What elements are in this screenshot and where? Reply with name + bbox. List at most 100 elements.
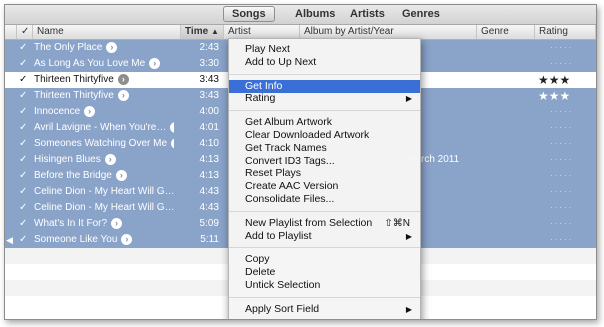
go-arrow-icon[interactable]: › [121,233,133,245]
menu-item-label: Get Info [245,79,283,92]
menu-item-label: Convert ID3 Tags... [245,154,335,167]
menu-item-add-to-up-next[interactable]: Add to Up Next [229,56,420,69]
go-arrow-icon[interactable]: › [149,57,161,69]
tab-songs[interactable]: Songs [223,6,275,22]
header-spacer [5,25,17,39]
go-arrow-icon[interactable]: › [117,73,129,85]
header-album[interactable]: Album by Artist/Year [300,25,477,39]
itunes-window: Songs Albums Artists Genres ✓ Name Time … [4,4,597,320]
row-checkbox[interactable]: ✓ [19,152,29,168]
menu-item-label: Apply Sort Field [245,302,320,315]
song-time: 4:43 [199,186,219,197]
menu-item-untick-selection[interactable]: Untick Selection [229,279,420,292]
menu-item-create-aac-version[interactable]: Create AAC Version [229,180,420,193]
row-checkbox[interactable]: ✓ [19,72,29,88]
menu-item-clear-downloaded-artwork[interactable]: Clear Downloaded Artwork [229,129,420,142]
menu-item-new-playlist-from-selection[interactable]: New Playlist from Selection ⇧⌘N [229,217,420,230]
row-checkbox[interactable]: ✓ [19,200,29,216]
row-checkbox[interactable]: ✓ [19,120,29,136]
menu-separator [229,296,420,298]
header-artist[interactable]: Artist [224,25,300,39]
header-name[interactable]: Name [33,25,181,39]
row-checkbox[interactable]: ✓ [19,56,29,72]
menu-item-label: Untick Selection [245,279,321,291]
rating-dots[interactable]: ····· [550,168,594,184]
go-arrow-icon[interactable]: › [106,41,118,53]
row-checkbox[interactable]: ✓ [19,216,29,232]
menu-item-copy[interactable]: Copy [229,253,420,266]
row-checkbox[interactable]: ✓ [19,104,29,120]
rating-dots[interactable]: ····· [550,56,594,72]
go-arrow-icon[interactable]: › [171,137,174,149]
row-checkbox[interactable]: ✓ [19,40,29,56]
menu-item-get-album-artwork[interactable]: Get Album Artwork [229,116,420,129]
row-checkbox[interactable]: ✓ [19,168,29,184]
rating-dots[interactable]: ····· [550,216,594,232]
menu-item-get-track-names[interactable]: Get Track Names [229,142,420,155]
song-name-label: As Long As You Love Me [34,58,146,69]
menu-item-add-to-playlist[interactable]: Add to Playlist ▶ [229,230,420,243]
submenu-arrow-icon: ▶ [405,231,412,241]
song-name: Thirteen Thirtyfive › [34,88,174,104]
menu-item-consolidate-files[interactable]: Consolidate Files... [229,193,420,206]
song-name: As Long As You Love Me › [34,56,174,72]
rating-dots[interactable]: ····· [550,152,594,168]
rating-dots[interactable]: ····· [550,104,594,120]
song-name: Someones Watching Over Me› [34,136,174,152]
rating-dots[interactable]: ····· [550,200,594,216]
go-arrow-icon[interactable]: › [115,169,127,181]
tab-albums[interactable]: Albums [287,7,343,21]
song-name: Someone Like You › [34,232,174,248]
rating-dots[interactable]: ····· [550,184,594,200]
rating-stars[interactable]: ★★★ [538,72,578,88]
song-name-label: Thirteen Thirtyfive [34,74,114,85]
song-name: Before the Bridge › [34,168,174,184]
song-time: 4:13 [199,154,219,165]
rating-stars[interactable]: ★★★ [538,88,578,104]
rating-dots[interactable]: ····· [550,40,594,56]
song-time: 3:43 [199,74,219,85]
context-menu: Play Next Add to Up Next Get Info Rating ▶ Ge… [228,38,421,319]
menu-separator [229,210,420,212]
menu-item-reset-plays[interactable]: Reset Plays [229,167,420,180]
menu-item-label: Get Album Artwork [245,116,332,129]
song-time: 2:43 [199,42,219,53]
header-genre[interactable]: Genre [477,25,535,39]
shortcut-label: ⇧⌘N [384,217,410,229]
song-time: 3:30 [199,58,219,69]
song-name-label: Hisingen Blues [34,154,101,165]
row-checkbox[interactable]: ✓ [19,232,29,248]
row-checkbox[interactable]: ✓ [19,88,29,104]
menu-item-delete[interactable]: Delete [229,266,420,279]
menu-item-label: Rating [245,92,276,105]
tab-genres[interactable]: Genres [394,7,448,21]
rating-dots[interactable]: ····· [550,232,594,248]
song-name: Celine Dion - My Heart Will G…› [34,184,174,200]
song-time: 4:10 [199,138,219,149]
row-checkbox[interactable]: ✓ [19,136,29,152]
rating-dots[interactable]: ····· [550,120,594,136]
song-name-label: Someone Like You [34,234,118,245]
go-arrow-icon[interactable]: › [111,217,123,229]
header-time[interactable]: Time ▲ [181,25,224,39]
header-check[interactable]: ✓ [17,25,33,39]
go-arrow-icon[interactable]: › [170,121,174,133]
row-checkbox[interactable]: ✓ [19,184,29,200]
menu-item-play-next[interactable]: Play Next [229,43,420,56]
menu-item-convert-id3-tags[interactable]: Convert ID3 Tags... [229,155,420,168]
submenu-arrow-icon: ▶ [405,94,412,104]
go-arrow-icon[interactable]: › [104,153,116,165]
tab-artists[interactable]: Artists [342,7,393,21]
song-time: 5:11 [200,234,219,245]
menu-item-apply-sort-field[interactable]: Apply Sort Field ▶ [229,303,420,316]
header-rating[interactable]: Rating [535,25,596,39]
go-arrow-icon[interactable]: › [117,89,129,101]
menu-item-rating[interactable]: Rating ▶ [229,92,420,105]
menu-item-get-info[interactable]: Get Info [229,79,420,93]
rating-dots[interactable]: ····· [550,136,594,152]
song-time: 4:13 [199,170,219,181]
submenu-arrow-icon: ▶ [405,304,412,314]
menu-item-label: New Playlist from Selection [245,216,373,229]
go-arrow-icon[interactable]: › [84,105,96,117]
menu-item-label: Clear Downloaded Artwork [245,129,370,141]
